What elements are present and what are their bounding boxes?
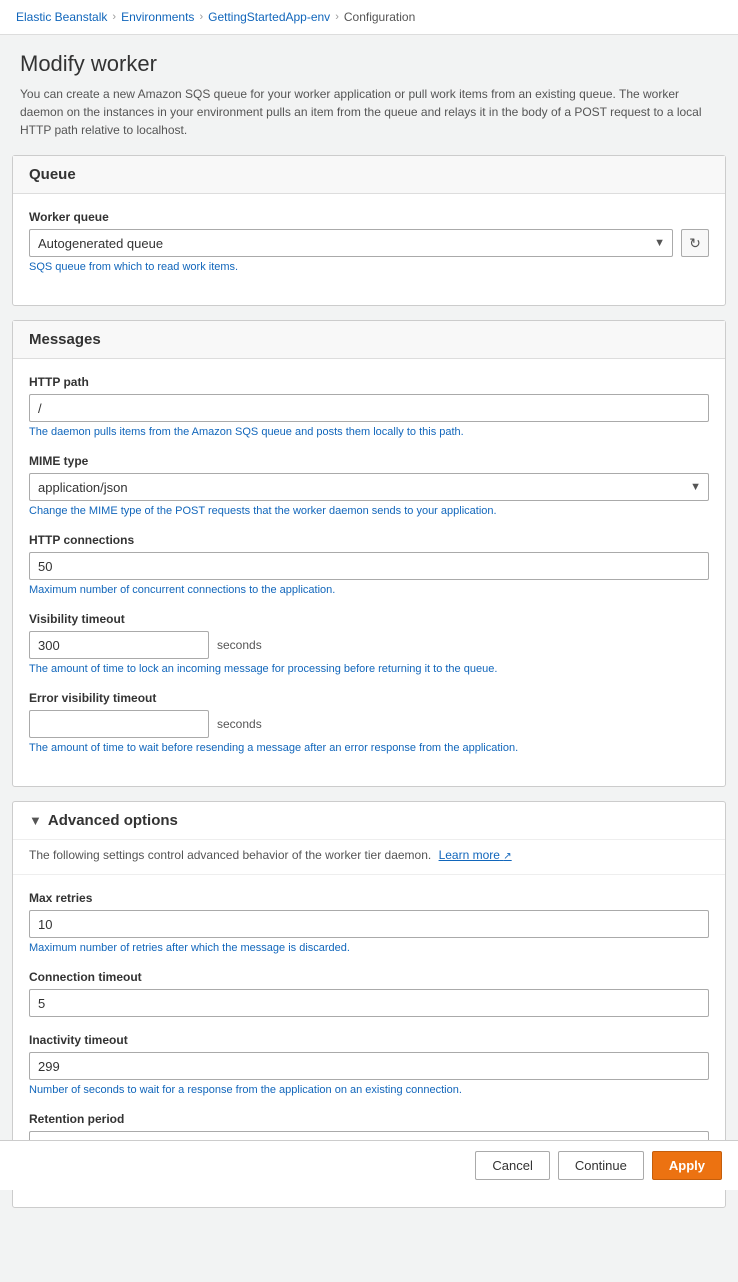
error-visibility-timeout-unit: seconds [217,717,262,731]
continue-button[interactable]: Continue [558,1151,644,1180]
max-retries-label: Max retries [29,891,709,905]
mime-type-label: MIME type [29,454,709,468]
visibility-timeout-field: Visibility timeout seconds The amount of… [29,612,709,675]
http-path-field: HTTP path The daemon pulls items from th… [29,375,709,438]
breadcrumb-configuration: Configuration [344,10,415,24]
http-path-input[interactable] [29,394,709,422]
http-path-hint: The daemon pulls items from the Amazon S… [29,426,709,438]
http-connections-input[interactable] [29,552,709,580]
worker-queue-row: Autogenerated queue ▼ ↻ [29,229,709,257]
messages-section-header: Messages [13,321,725,359]
max-retries-hint: Maximum number of retries after which th… [29,942,709,954]
advanced-section-header: ▼ Advanced options [13,802,725,840]
inactivity-timeout-label: Inactivity timeout [29,1033,709,1047]
collapse-triangle-icon[interactable]: ▼ [29,813,42,828]
connection-timeout-field: Connection timeout [29,970,709,1017]
error-visibility-timeout-input[interactable] [29,710,209,738]
breadcrumb-environments[interactable]: Environments [121,10,194,24]
error-visibility-timeout-field: Error visibility timeout seconds The amo… [29,691,709,754]
http-connections-field: HTTP connections Maximum number of concu… [29,533,709,596]
worker-queue-select[interactable]: Autogenerated queue [29,229,673,257]
visibility-timeout-hint: The amount of time to lock an incoming m… [29,663,709,675]
worker-queue-field: Worker queue Autogenerated queue ▼ ↻ SQS… [29,210,709,273]
breadcrumb-sep-2: › [199,11,203,23]
queue-section: Queue Worker queue Autogenerated queue ▼… [12,155,726,306]
mime-type-select[interactable]: application/json application/x-www-form-… [29,473,709,501]
error-visibility-timeout-hint: The amount of time to wait before resend… [29,742,709,754]
visibility-timeout-label: Visibility timeout [29,612,709,626]
breadcrumb-sep-3: › [335,11,339,23]
learn-more-link[interactable]: Learn more ↗ [439,848,512,862]
page-description: You can create a new Amazon SQS queue fo… [0,85,738,155]
http-connections-hint: Maximum number of concurrent connections… [29,584,709,596]
visibility-timeout-input[interactable] [29,631,209,659]
inactivity-timeout-hint: Number of seconds to wait for a response… [29,1084,709,1096]
connection-timeout-input[interactable] [29,989,709,1017]
breadcrumb-elastic-beanstalk[interactable]: Elastic Beanstalk [16,10,107,24]
inactivity-timeout-input[interactable] [29,1052,709,1080]
cancel-button[interactable]: Cancel [475,1151,549,1180]
apply-button[interactable]: Apply [652,1151,722,1180]
worker-queue-label: Worker queue [29,210,709,224]
mime-type-select-wrapper: application/json application/x-www-form-… [29,473,709,501]
page-title: Modify worker [0,35,738,85]
mime-type-hint: Change the MIME type of the POST request… [29,505,709,517]
mime-type-field: MIME type application/json application/x… [29,454,709,517]
worker-queue-hint: SQS queue from which to read work items. [29,261,709,273]
learn-more-label: Learn more [439,848,500,862]
http-connections-label: HTTP connections [29,533,709,547]
visibility-timeout-unit: seconds [217,638,262,652]
error-visibility-timeout-row: seconds [29,710,709,738]
http-path-label: HTTP path [29,375,709,389]
connection-timeout-label: Connection timeout [29,970,709,984]
advanced-section-title: Advanced options [48,812,178,829]
retention-period-label: Retention period [29,1112,709,1126]
max-retries-field: Max retries Maximum number of retries af… [29,891,709,954]
inactivity-timeout-field: Inactivity timeout Number of seconds to … [29,1033,709,1096]
breadcrumb-app-env[interactable]: GettingStartedApp-env [208,10,330,24]
error-visibility-timeout-label: Error visibility timeout [29,691,709,705]
visibility-timeout-row: seconds [29,631,709,659]
messages-section: Messages HTTP path The daemon pulls item… [12,320,726,787]
refresh-button[interactable]: ↻ [681,229,709,257]
breadcrumb: Elastic Beanstalk › Environments › Getti… [0,0,738,35]
external-link-icon: ↗ [503,851,511,862]
advanced-section-description: The following settings control advanced … [13,840,725,875]
advanced-desc-text: The following settings control advanced … [29,848,431,862]
max-retries-input[interactable] [29,910,709,938]
footer-bar: Cancel Continue Apply [0,1140,738,1190]
queue-section-header: Queue [13,156,725,194]
worker-queue-select-wrapper: Autogenerated queue ▼ [29,229,673,257]
breadcrumb-sep-1: › [112,11,116,23]
